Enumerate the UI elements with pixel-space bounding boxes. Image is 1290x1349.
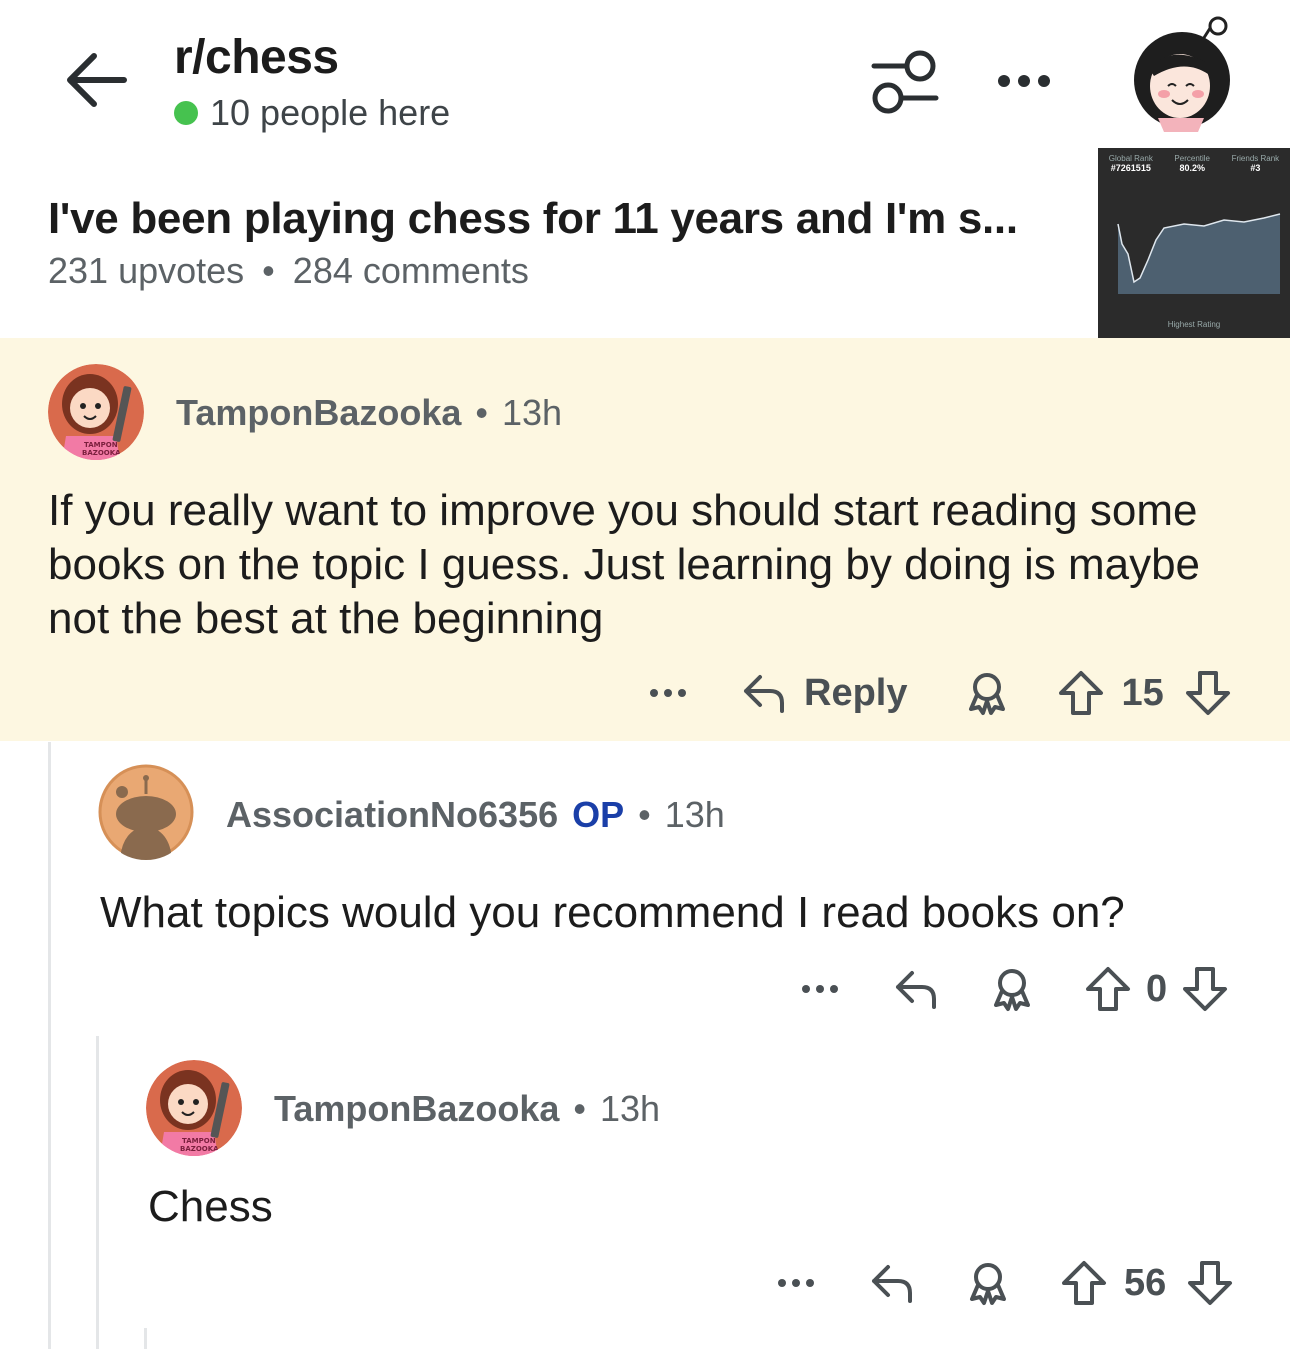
upvote-button[interactable] bbox=[1060, 1259, 1108, 1307]
upvote-arrow-icon bbox=[1062, 1261, 1106, 1305]
online-dot bbox=[174, 101, 198, 125]
meta-separator: • bbox=[573, 1088, 586, 1129]
svg-text:BAZOOKA: BAZOOKA bbox=[82, 449, 121, 457]
upvote-button[interactable] bbox=[1057, 669, 1105, 717]
comment-time: 13h bbox=[501, 392, 563, 433]
comment-body: If you really want to improve you should… bbox=[48, 486, 1201, 643]
svg-text:TAMPON: TAMPON bbox=[84, 441, 118, 449]
meta-separator: • bbox=[475, 392, 488, 433]
svg-text:BAZOOKA: BAZOOKA bbox=[180, 1145, 219, 1153]
vote-score: 0 bbox=[1146, 967, 1168, 1010]
thread-line[interactable] bbox=[144, 1328, 147, 1349]
avatar-image bbox=[98, 764, 194, 860]
downvote-arrow-icon bbox=[1185, 671, 1230, 715]
award-icon bbox=[969, 673, 1006, 715]
downvote-button[interactable] bbox=[1186, 1259, 1234, 1307]
thumb-stats: Global Rank #7261515 Percentile 80.2% Frie… bbox=[1098, 154, 1290, 173]
subreddit-name[interactable]: r/chess bbox=[174, 30, 339, 85]
avatar-image: TAMPON BAZOOKA bbox=[48, 364, 144, 460]
comment-count: 284 comments bbox=[292, 250, 529, 291]
comment-actions: Reply 15 bbox=[646, 660, 1232, 726]
svg-text:TAMPON: TAMPON bbox=[182, 1137, 216, 1145]
op-badge: OP bbox=[572, 794, 625, 835]
ellipsis-icon bbox=[650, 689, 686, 697]
commenter-avatar[interactable]: TAMPON BAZOOKA bbox=[146, 1060, 242, 1156]
ellipsis-icon bbox=[778, 1279, 814, 1287]
downvote-button[interactable] bbox=[1184, 669, 1232, 717]
thumb-stat-3: Friends Rank #3 bbox=[1231, 154, 1280, 173]
more-options-button[interactable] bbox=[990, 56, 1062, 106]
comment-author-line: TamponBazooka • 13h bbox=[176, 392, 562, 434]
comment-actions: 56 bbox=[774, 1250, 1234, 1316]
thumb-stat-2: Percentile 80.2% bbox=[1174, 154, 1210, 173]
meta-separator: • bbox=[638, 794, 651, 835]
upvote-arrow-icon bbox=[1086, 967, 1130, 1011]
comment-actions: 0 bbox=[798, 956, 1229, 1022]
back-button[interactable] bbox=[58, 44, 130, 116]
comment-time: 13h bbox=[664, 794, 725, 835]
reply-button[interactable] bbox=[892, 965, 940, 1013]
post-meta: 231 upvotes • 284 comments bbox=[48, 250, 529, 292]
upvote-button[interactable] bbox=[1084, 965, 1132, 1013]
downvote-arrow-icon bbox=[1183, 967, 1228, 1011]
commenter-avatar[interactable] bbox=[98, 764, 194, 860]
thumb-footer: Highest Rating bbox=[1167, 320, 1221, 329]
comment-body: What topics would you recommend I read b… bbox=[100, 888, 1125, 937]
meta-separator: • bbox=[262, 250, 275, 291]
thread-line[interactable] bbox=[48, 742, 51, 1349]
comment-author-line: TamponBazooka • 13h bbox=[274, 1088, 660, 1130]
award-icon bbox=[994, 969, 1030, 1011]
avatar-image bbox=[1134, 16, 1230, 132]
commenter-avatar[interactable]: TAMPON BAZOOKA bbox=[48, 364, 144, 460]
comment-author-line: AssociationNo6356 OP • 13h bbox=[226, 794, 725, 836]
thumb-stat-1: Global Rank #7261515 bbox=[1108, 154, 1153, 173]
award-button[interactable] bbox=[963, 669, 1011, 717]
downvote-arrow-icon bbox=[1188, 1261, 1233, 1305]
upvote-count: 231 upvotes bbox=[48, 250, 245, 291]
upvote-arrow-icon bbox=[1059, 671, 1104, 715]
more-options-button[interactable] bbox=[798, 979, 848, 999]
online-count-text: 10 people here bbox=[210, 92, 451, 133]
award-icon bbox=[970, 1263, 1006, 1305]
online-indicator: 10 people here bbox=[174, 92, 450, 134]
filter-button[interactable] bbox=[866, 46, 944, 118]
comment-author[interactable]: AssociationNo6356 bbox=[226, 794, 558, 836]
post-title[interactable]: I've been playing chess for 11 years and… bbox=[48, 194, 1018, 244]
vote-score: 56 bbox=[1124, 1261, 1167, 1304]
more-options-button[interactable] bbox=[774, 1273, 824, 1293]
post-thumbnail[interactable]: Global Rank #7261515 Percentile 80.2% Frie… bbox=[1098, 148, 1290, 338]
user-avatar[interactable] bbox=[1128, 14, 1234, 132]
reply-icon bbox=[872, 1265, 912, 1303]
comment-time: 13h bbox=[599, 1088, 661, 1129]
thumb-rating-graph bbox=[1117, 213, 1281, 294]
vote-score: 15 bbox=[1121, 671, 1164, 714]
thread-line[interactable] bbox=[96, 1036, 99, 1349]
comment-author[interactable]: TamponBazooka bbox=[176, 392, 461, 434]
award-button[interactable] bbox=[988, 965, 1036, 1013]
reply-icon bbox=[744, 675, 784, 713]
award-button[interactable] bbox=[964, 1259, 1012, 1307]
reply-label: Reply bbox=[804, 671, 908, 714]
reply-button[interactable] bbox=[868, 1259, 916, 1307]
downvote-button[interactable] bbox=[1181, 965, 1229, 1013]
comment-body: Chess bbox=[148, 1182, 273, 1231]
arrow-left-icon bbox=[67, 53, 127, 107]
reply-icon bbox=[896, 971, 936, 1009]
comment-author[interactable]: TamponBazooka bbox=[274, 1088, 559, 1130]
reply-button[interactable]: Reply bbox=[740, 669, 907, 717]
filter-toggle-icon bbox=[871, 50, 939, 114]
ellipsis-icon bbox=[998, 75, 1050, 87]
more-options-button[interactable] bbox=[646, 683, 696, 703]
ellipsis-icon bbox=[802, 985, 838, 993]
avatar-image: TAMPON BAZOOKA bbox=[146, 1060, 242, 1156]
